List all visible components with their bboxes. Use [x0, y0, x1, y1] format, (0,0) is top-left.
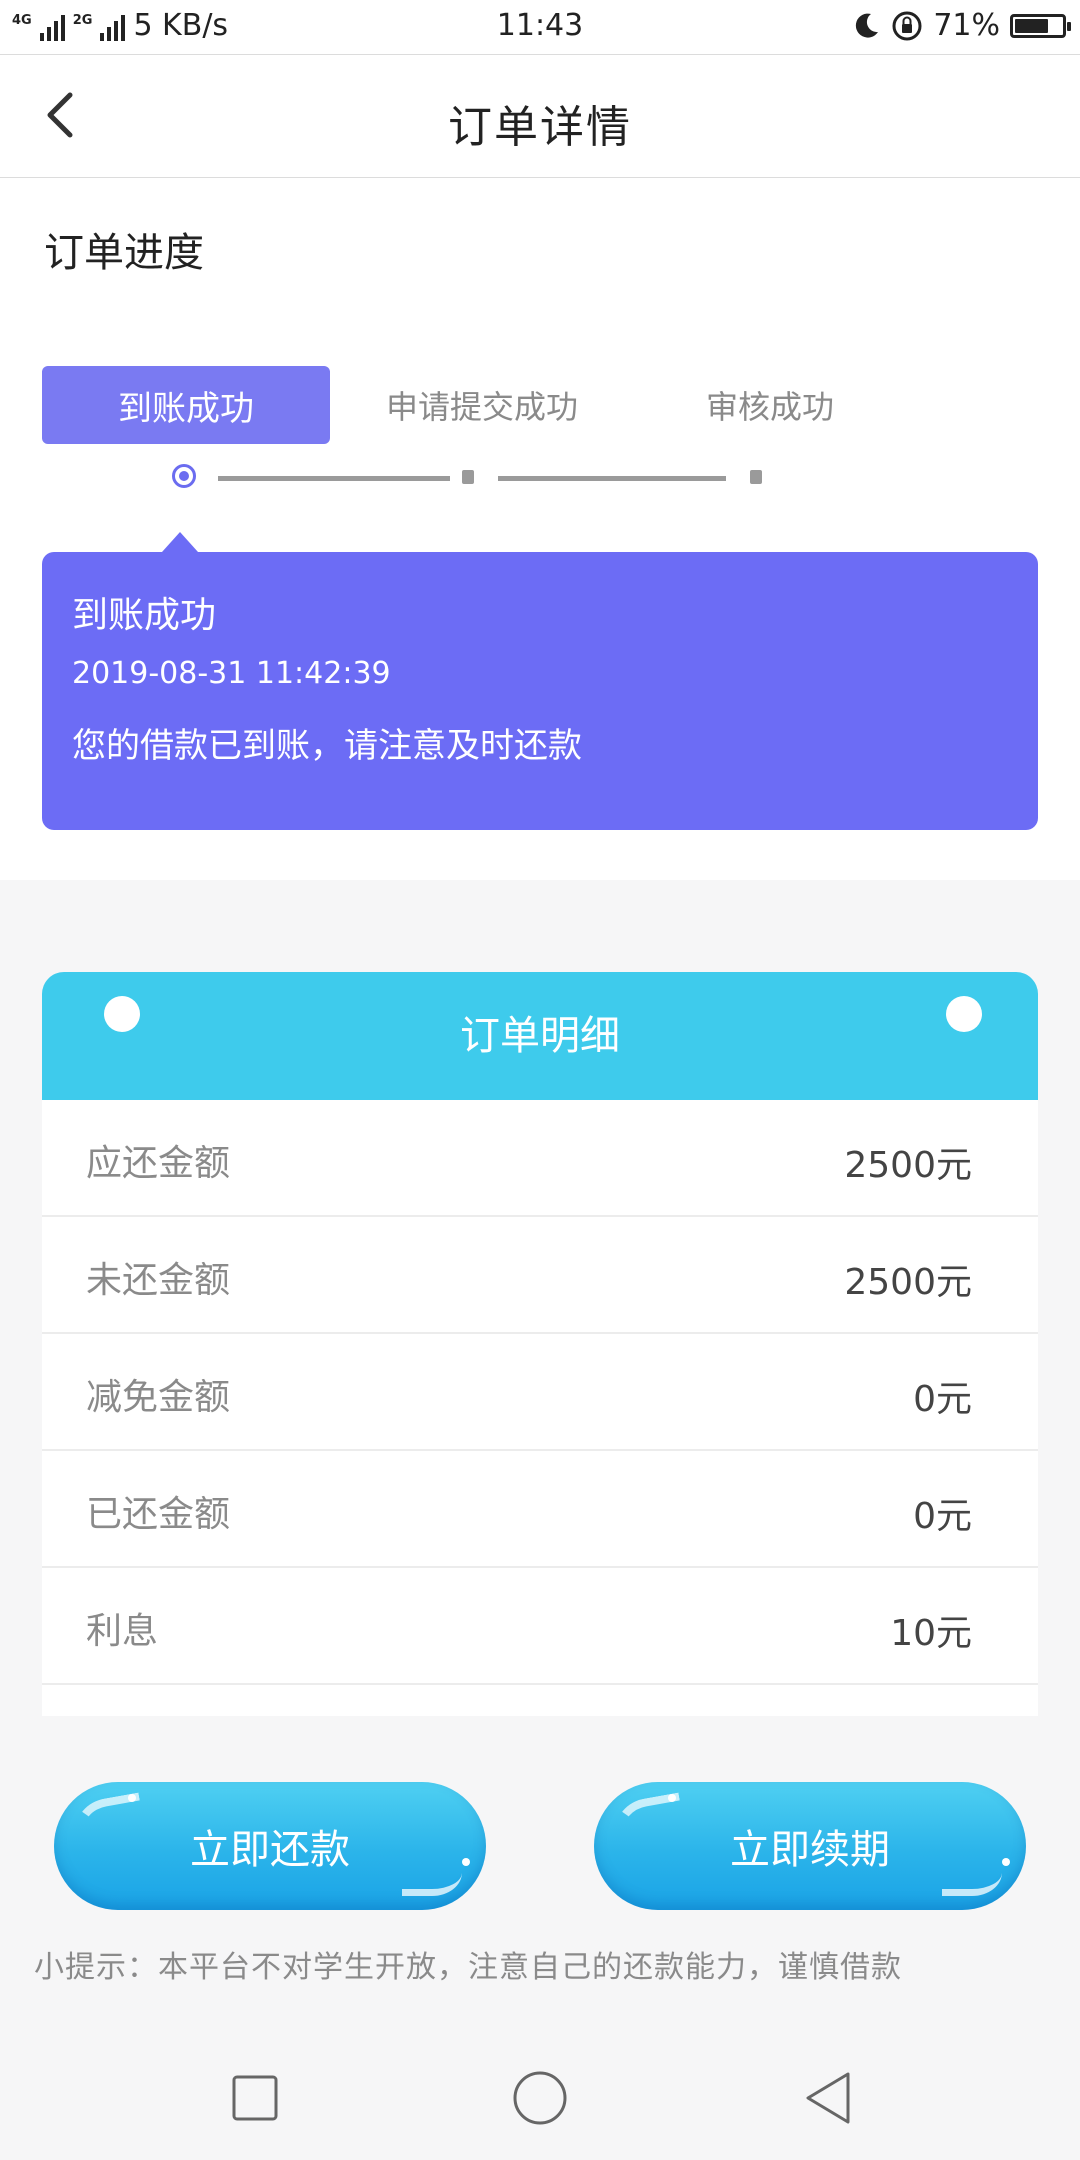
order-detail-header: 订单明细 — [42, 972, 1038, 1100]
row-label: 未还金额 — [86, 1260, 231, 1301]
detail-row-waived: 减免金额 0元 — [42, 1334, 1038, 1451]
battery-percent: 71% — [933, 8, 1000, 43]
row-label: 已还金额 — [86, 1494, 231, 1535]
button-gloss — [611, 1792, 689, 1862]
page-title: 订单详情 — [448, 102, 632, 153]
step-detail-time: 2019-08-31 11:42:39 — [72, 656, 391, 691]
button-gloss — [942, 1849, 1002, 1896]
detail-row-paid: 已还金额 0元 — [42, 1451, 1038, 1568]
order-detail-card: 订单明细 应还金额 2500元 未还金额 2500元 减免金额 0元 已还金额 … — [42, 972, 1038, 1716]
status-right: 71% — [851, 8, 1071, 43]
detail-row-interest: 利息 10元 — [42, 1568, 1038, 1685]
row-value: 10元 — [890, 1613, 972, 1654]
row-value: 0元 — [913, 1496, 972, 1537]
row-label: 利息 — [86, 1611, 159, 1652]
button-gloss — [402, 1849, 462, 1896]
system-navigation-bar — [0, 2040, 1080, 2160]
square-icon — [232, 2075, 278, 2121]
row-value: 0元 — [913, 1379, 972, 1420]
step-track-1 — [218, 476, 450, 481]
step-indicator-2 — [462, 470, 474, 484]
step-track-2 — [498, 476, 726, 481]
card-hole-right — [946, 996, 982, 1032]
button-sparkle — [128, 1794, 136, 1802]
detail-row-due: 应还金额 2500元 — [42, 1100, 1038, 1217]
row-label: 应还金额 — [86, 1143, 231, 1184]
renew-now-button[interactable]: 立即续期 — [594, 1782, 1026, 1910]
row-value: 2500元 — [844, 1262, 972, 1303]
order-progress-section: 订单进度 到账成功 申请提交成功 审核成功 到账成功 2019-08-31 11… — [0, 178, 1080, 880]
detail-row-unpaid: 未还金额 2500元 — [42, 1217, 1038, 1334]
repay-now-label: 立即还款 — [190, 1827, 350, 1873]
status-bar: 4G 2G 5 KB/s 11:43 71% — [0, 0, 1080, 54]
battery-fill — [1015, 18, 1048, 33]
step-tab-submitted[interactable]: 申请提交成功 — [344, 366, 620, 444]
home-button[interactable] — [510, 2068, 570, 2128]
system-back-button[interactable] — [800, 2068, 860, 2128]
step-detail-bubble: 到账成功 2019-08-31 11:42:39 您的借款已到账，请注意及时还款 — [42, 532, 1038, 830]
navigation-bar: 订单详情 — [0, 54, 1080, 178]
moon-icon — [856, 13, 879, 38]
step-tab-approved[interactable]: 审核成功 — [640, 366, 900, 444]
tip-text: 小提示：本平台不对学生开放，注意自己的还款能力，谨慎借款 — [34, 1950, 902, 1985]
battery-icon — [1010, 13, 1071, 38]
renew-now-label: 立即续期 — [730, 1827, 890, 1873]
button-sparkle — [1002, 1858, 1010, 1866]
recent-apps-button[interactable] — [225, 2068, 285, 2128]
button-sparkle — [462, 1858, 470, 1866]
button-gloss — [71, 1792, 149, 1862]
detail-card-footer — [42, 1685, 1038, 1716]
rotation-lock-icon — [892, 11, 922, 40]
step-detail-title: 到账成功 — [72, 595, 217, 636]
repay-now-button[interactable]: 立即还款 — [54, 1782, 486, 1910]
step-detail-message: 您的借款已到账，请注意及时还款 — [72, 726, 582, 766]
progress-section-title: 订单进度 — [44, 230, 204, 276]
button-sparkle — [668, 1794, 676, 1802]
row-value: 2500元 — [844, 1145, 972, 1186]
step-indicator-3 — [750, 470, 762, 484]
step-tab-received[interactable]: 到账成功 — [42, 366, 330, 444]
order-detail-title: 订单明细 — [460, 1013, 620, 1059]
step-indicator-active — [172, 464, 196, 488]
circle-icon — [513, 2071, 567, 2125]
triangle-back-icon — [806, 2072, 850, 2124]
row-label: 减免金额 — [86, 1377, 231, 1418]
card-hole-left — [104, 996, 140, 1032]
